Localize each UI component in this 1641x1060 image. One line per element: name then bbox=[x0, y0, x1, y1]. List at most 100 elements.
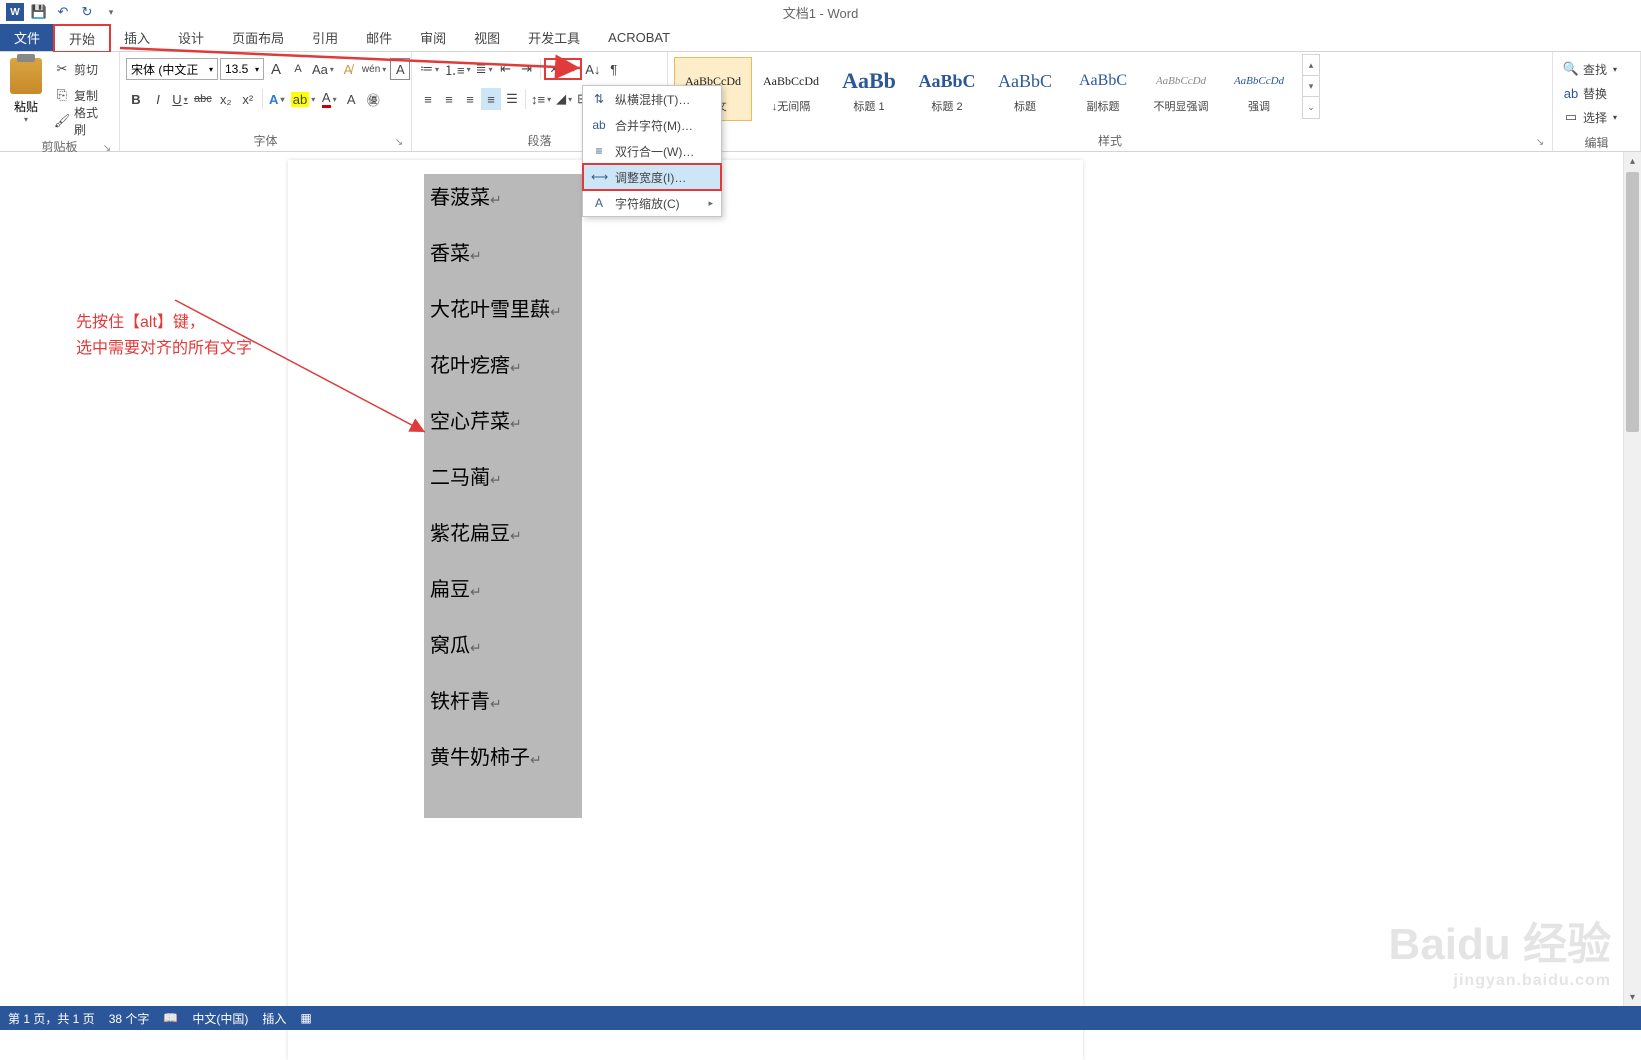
bold-button[interactable]: B bbox=[126, 88, 146, 110]
superscript-button[interactable]: x² bbox=[238, 88, 258, 110]
doc-line[interactable]: 紫花扁豆↵ bbox=[430, 524, 576, 544]
italic-button[interactable]: I bbox=[148, 88, 168, 110]
decrease-indent-button[interactable]: ⇤ bbox=[496, 58, 516, 80]
doc-line[interactable]: 花叶疙瘩↵ bbox=[430, 356, 576, 376]
scroll-thumb[interactable] bbox=[1626, 172, 1639, 432]
style-item[interactable]: AaBbCcDd↓无间隔 bbox=[752, 57, 830, 121]
align-left-button[interactable]: ≡ bbox=[418, 88, 438, 110]
font-launcher[interactable]: ↘ bbox=[393, 137, 405, 149]
subscript-button[interactable]: x₂ bbox=[216, 88, 236, 110]
doc-line[interactable]: 空心芹菜↵ bbox=[430, 412, 576, 432]
style-item[interactable]: AaBbC标题 2 bbox=[908, 57, 986, 121]
show-marks-button[interactable]: ¶ bbox=[604, 58, 624, 80]
grow-font-button[interactable]: A bbox=[266, 58, 286, 80]
tab-references[interactable]: 引用 bbox=[298, 24, 352, 51]
tab-developer[interactable]: 开发工具 bbox=[514, 24, 594, 51]
increase-indent-button[interactable]: ⇥ bbox=[517, 58, 537, 80]
status-page[interactable]: 第 1 页，共 1 页 bbox=[8, 1010, 95, 1027]
highlight-button[interactable]: ab bbox=[289, 88, 317, 110]
status-proofing-icon[interactable]: 📖 bbox=[163, 1011, 178, 1025]
styles-gallery[interactable]: AaBbCcDd↓正文AaBbCcDd↓无间隔AaBb标题 1AaBbC标题 2… bbox=[672, 54, 1300, 124]
clear-format-button[interactable]: A̸ bbox=[338, 58, 358, 80]
dropdown-item[interactable]: ab合并字符(M)… bbox=[583, 112, 721, 138]
numbering-button[interactable]: ⒈≡ bbox=[442, 58, 473, 80]
undo-button[interactable]: ↶ bbox=[52, 1, 74, 23]
tab-review[interactable]: 审阅 bbox=[406, 24, 460, 51]
dropdown-item[interactable]: A字符缩放(C)▸ bbox=[583, 190, 721, 216]
styles-launcher[interactable]: ↘ bbox=[1534, 137, 1546, 149]
paste-button[interactable]: 粘贴 ▾ bbox=[4, 54, 48, 128]
word-app-icon[interactable]: W bbox=[4, 1, 26, 23]
style-item[interactable]: AaBb标题 1 bbox=[830, 57, 908, 121]
tab-view[interactable]: 视图 bbox=[460, 24, 514, 51]
select-button[interactable]: ▭选择▾ bbox=[1563, 106, 1617, 128]
doc-line[interactable]: 二马蔺↵ bbox=[430, 468, 576, 488]
copy-button[interactable]: ⎘复制 bbox=[50, 84, 113, 106]
style-item[interactable]: AaBbCcDd不明显强调 bbox=[1142, 57, 1220, 121]
asian-layout-button[interactable]: ✕↔ bbox=[544, 58, 582, 80]
styles-down[interactable]: ▾ bbox=[1303, 76, 1319, 97]
find-button[interactable]: 🔍查找▾ bbox=[1563, 58, 1617, 80]
doc-line[interactable]: 大花叶雪里蕻↵ bbox=[430, 300, 576, 320]
status-macro-icon[interactable]: ▦ bbox=[300, 1011, 311, 1025]
font-name-combo[interactable]: 宋体 (中文正▾ bbox=[126, 58, 218, 80]
qat-customize[interactable]: ▾ bbox=[100, 1, 122, 23]
redo-button[interactable]: ↻ bbox=[76, 1, 98, 23]
font-size-combo[interactable]: 13.5▾ bbox=[220, 58, 264, 80]
scroll-up[interactable]: ▴ bbox=[1624, 152, 1641, 170]
distribute-button[interactable]: ☰ bbox=[502, 88, 522, 110]
document-area[interactable]: 春菠菜↵ 香菜↵ 大花叶雪里蕻↵ 花叶疙瘩↵ 空心芹菜↵ 二马蔺↵ 紫花扁豆↵ 扁豆↵ 窝瓜↵ 铁… bbox=[0, 152, 1641, 1006]
doc-line[interactable]: 扁豆↵ bbox=[430, 580, 576, 600]
strike-button[interactable]: abc bbox=[192, 88, 214, 110]
replace-button[interactable]: ab替换 bbox=[1563, 82, 1617, 104]
tab-acrobat[interactable]: ACROBAT bbox=[594, 24, 684, 51]
enclose-char-button[interactable]: ㊝ bbox=[363, 88, 383, 110]
style-item[interactable]: AaBbC副标题 bbox=[1064, 57, 1142, 121]
save-button[interactable]: 💾 bbox=[28, 1, 50, 23]
vertical-scrollbar[interactable]: ▴ ▾ bbox=[1623, 152, 1641, 1006]
sort-button[interactable]: A↓ bbox=[583, 58, 603, 80]
styles-scroll[interactable]: ▴ ▾ ⌄ bbox=[1302, 54, 1320, 119]
text-effects-button[interactable]: A bbox=[267, 88, 287, 110]
shading-button[interactable]: ◢ bbox=[554, 88, 574, 110]
status-language[interactable]: 中文(中国) bbox=[192, 1010, 248, 1027]
tab-insert[interactable]: 插入 bbox=[110, 24, 164, 51]
char-border-button[interactable]: A bbox=[390, 58, 410, 80]
align-center-button[interactable]: ≡ bbox=[439, 88, 459, 110]
tab-file[interactable]: 文件 bbox=[0, 24, 54, 51]
dropdown-item[interactable]: ⟷调整宽度(I)… bbox=[583, 164, 721, 190]
tab-home[interactable]: 开始 bbox=[54, 25, 110, 52]
styles-up[interactable]: ▴ bbox=[1303, 55, 1319, 76]
cut-button[interactable]: ✂剪切 bbox=[50, 58, 113, 80]
phonetic-guide-button[interactable]: wén bbox=[360, 58, 388, 80]
styles-more[interactable]: ⌄ bbox=[1303, 97, 1319, 118]
doc-line[interactable]: 黄牛奶柿子↵ bbox=[430, 748, 576, 768]
change-case-button[interactable]: Aa bbox=[310, 58, 336, 80]
page[interactable]: 春菠菜↵ 香菜↵ 大花叶雪里蕻↵ 花叶疙瘩↵ 空心芹菜↵ 二马蔺↵ 紫花扁豆↵ 扁豆↵ 窝瓜↵ 铁… bbox=[288, 160, 1083, 1060]
doc-line[interactable]: 香菜↵ bbox=[430, 244, 576, 264]
doc-line[interactable]: 春菠菜↵ bbox=[430, 188, 576, 208]
justify-button[interactable]: ≡ bbox=[481, 88, 501, 110]
format-painter-button[interactable]: 🖌格式刷 bbox=[50, 110, 113, 132]
shrink-font-button[interactable]: A bbox=[288, 58, 308, 80]
font-color-button[interactable]: A bbox=[319, 88, 339, 110]
style-item[interactable]: AaBbC标题 bbox=[986, 57, 1064, 121]
doc-line[interactable]: 铁杆青↵ bbox=[430, 692, 576, 712]
dropdown-item[interactable]: ⇅纵横混排(T)… bbox=[583, 86, 721, 112]
underline-button[interactable]: U bbox=[170, 88, 190, 110]
tab-mailings[interactable]: 邮件 bbox=[352, 24, 406, 51]
status-words[interactable]: 38 个字 bbox=[109, 1010, 150, 1027]
bullets-button[interactable]: ≔ bbox=[418, 58, 441, 80]
align-right-button[interactable]: ≡ bbox=[460, 88, 480, 110]
tab-layout[interactable]: 页面布局 bbox=[218, 24, 298, 51]
style-item[interactable]: AaBbCcDd强调 bbox=[1220, 57, 1298, 121]
status-mode[interactable]: 插入 bbox=[262, 1010, 286, 1027]
multilevel-button[interactable]: ≣ bbox=[474, 58, 495, 80]
tab-design[interactable]: 设计 bbox=[164, 24, 218, 51]
text-selection[interactable]: 春菠菜↵ 香菜↵ 大花叶雪里蕻↵ 花叶疙瘩↵ 空心芹菜↵ 二马蔺↵ 紫花扁豆↵ 扁豆↵ 窝瓜↵ 铁… bbox=[424, 174, 582, 818]
line-spacing-button[interactable]: ↕≡ bbox=[529, 88, 553, 110]
scroll-down[interactable]: ▾ bbox=[1624, 988, 1641, 1006]
doc-line[interactable]: 窝瓜↵ bbox=[430, 636, 576, 656]
char-shading-button[interactable]: A bbox=[341, 88, 361, 110]
dropdown-item[interactable]: ≡双行合一(W)… bbox=[583, 138, 721, 164]
